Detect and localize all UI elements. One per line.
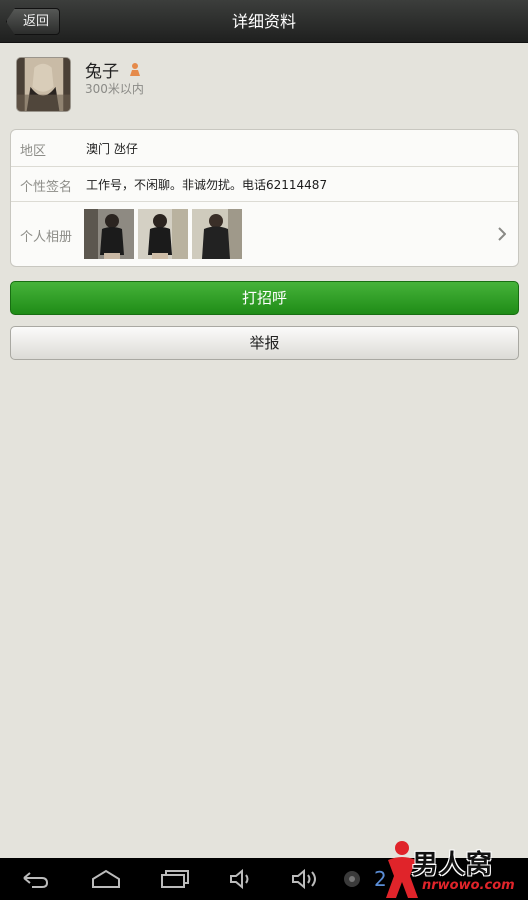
region-value: 澳门 氹仔 [86, 142, 138, 156]
back-icon[interactable] [20, 868, 50, 890]
site-watermark: 男人窝 nrwowo.com [382, 832, 528, 900]
greet-button[interactable]: 打招呼 [10, 281, 519, 315]
volume-up-icon[interactable] [290, 868, 320, 890]
volume-down-icon[interactable] [228, 868, 254, 890]
signature-row: 个性签名 工作号，不闲聊。非诚勿扰。电话62114487 [11, 167, 518, 202]
female-icon [129, 61, 141, 76]
page-title: 详细资料 [231, 12, 296, 31]
region-row: 地区 澳门 氹仔 [11, 130, 518, 167]
recent-apps-icon[interactable] [160, 868, 192, 890]
album-photo[interactable] [84, 209, 134, 259]
region-label: 地区 [20, 144, 47, 159]
watermark-brand: 男人窝 [412, 850, 494, 880]
home-icon[interactable] [90, 868, 122, 890]
profile-name: 兔子 [85, 62, 119, 82]
album-label: 个人相册 [20, 230, 73, 245]
distance-text: 300米以内 [85, 82, 144, 96]
chevron-right-icon [498, 226, 507, 241]
avatar[interactable] [16, 57, 71, 112]
report-button[interactable]: 举报 [10, 326, 519, 360]
album-photo[interactable] [192, 209, 242, 259]
signature-value: 工作号，不闲聊。非诚勿扰。电话62114487 [86, 178, 328, 192]
signature-label: 个性签名 [20, 180, 73, 195]
album-photo[interactable] [138, 209, 188, 259]
profile-info-card: 地区 澳门 氹仔 个性签名 工作号，不闲聊。非诚勿扰。电话62114487 个人… [10, 129, 519, 267]
watermark-url: nrwowo.com [422, 878, 515, 893]
title-bar: 返回 详细资料 [0, 0, 528, 43]
album-row[interactable]: 个人相册 [11, 202, 518, 267]
camera-icon[interactable] [342, 868, 362, 890]
